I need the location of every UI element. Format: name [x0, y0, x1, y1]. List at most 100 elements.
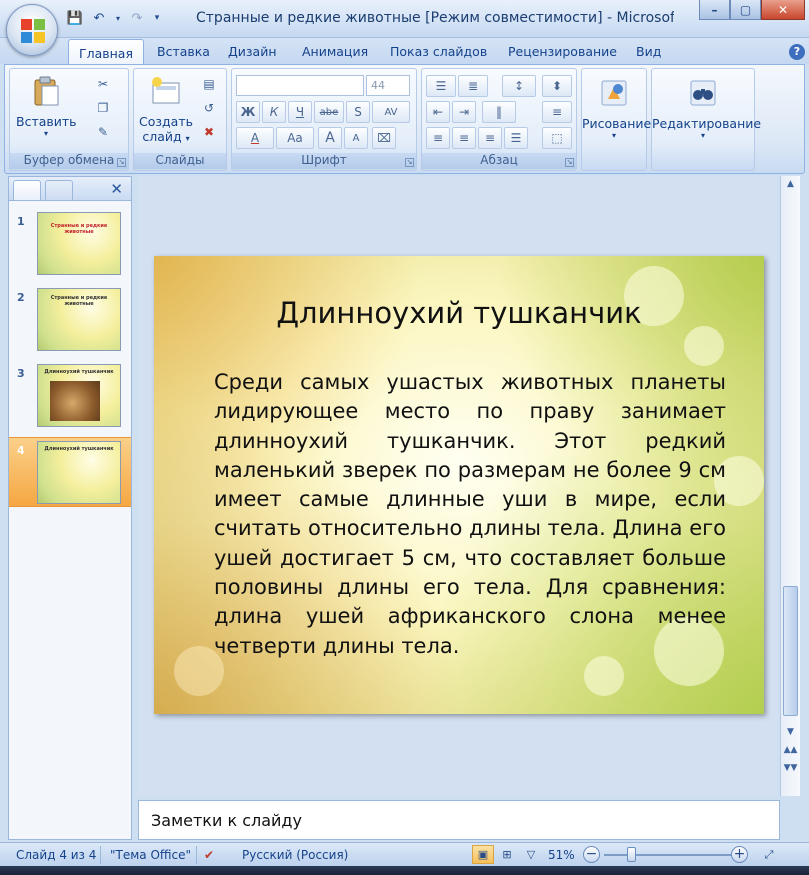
grow-font-button[interactable]: A: [318, 127, 342, 149]
paragraph-launcher-icon[interactable]: ↘: [565, 158, 574, 167]
bold-button[interactable]: Ж: [236, 101, 260, 123]
scroll-up-icon[interactable]: ▲: [782, 176, 799, 192]
character-spacing-button[interactable]: AV: [372, 101, 410, 123]
tab-slideshow[interactable]: Показ слайдов: [390, 44, 487, 59]
shrink-font-button[interactable]: A: [344, 127, 368, 149]
italic-button[interactable]: К: [262, 101, 286, 123]
text-direction-icon[interactable]: ⬍: [542, 75, 572, 97]
slide-thumb-1[interactable]: 1 Странные и редкие животные: [9, 209, 131, 279]
clipboard-group: Вставить ▾ ✂ ❐ ✎ Буфер обмена ↘: [9, 68, 129, 171]
slides-group-label: Слайды: [134, 153, 226, 169]
slide-title[interactable]: Длинноухий тушканчик: [154, 296, 764, 330]
tab-design[interactable]: Дизайн: [228, 44, 277, 59]
restore-button[interactable]: ▢: [730, 0, 761, 20]
quick-access-toolbar: 💾 ↶ ▾ ↷ ▾: [66, 9, 162, 27]
slide-thumbnail: Длинноухий тушканчик: [37, 364, 121, 427]
slides-tab-icon[interactable]: [13, 180, 41, 200]
tab-view[interactable]: Вид: [636, 44, 661, 59]
align-right-icon[interactable]: ≡: [478, 127, 502, 149]
vertical-scrollbar[interactable]: ▲ ▼ ▲▲ ▼▼: [780, 176, 800, 796]
align-text-icon[interactable]: ≡: [542, 101, 572, 123]
slide-thumb-2[interactable]: 2 Странные и редкие животные: [9, 285, 131, 355]
zoom-slider-track[interactable]: [604, 854, 734, 856]
line-spacing-icon[interactable]: ↕: [502, 75, 536, 97]
slide-thumbnail: Длинноухий тушканчик: [37, 441, 121, 504]
ribbon-tabs: Главная Вставка Дизайн Анимация Показ сл…: [0, 38, 809, 65]
new-slide-button[interactable]: Создать слайд ▾: [136, 75, 196, 144]
font-group-label: Шрифт: [232, 153, 416, 169]
notes-pane[interactable]: Заметки к слайду: [138, 800, 780, 840]
previous-slide-icon[interactable]: ▲▲: [782, 742, 799, 758]
font-launcher-icon[interactable]: ↘: [405, 158, 414, 167]
change-case-button[interactable]: Aa: [276, 127, 314, 149]
font-name-select[interactable]: [236, 75, 364, 96]
binoculars-icon: [690, 80, 716, 106]
help-icon[interactable]: ?: [789, 44, 805, 60]
columns-icon[interactable]: ‖: [482, 101, 516, 123]
current-slide[interactable]: Длинноухий тушканчик Среди самых ушастых…: [154, 256, 764, 714]
zoom-level[interactable]: 51%: [548, 848, 575, 862]
align-center-icon[interactable]: ≡: [452, 127, 476, 149]
font-color-button[interactable]: A: [236, 127, 274, 149]
decrease-indent-icon[interactable]: ⇤: [426, 101, 450, 123]
tab-home[interactable]: Главная: [68, 39, 144, 65]
taskbar: [0, 866, 809, 875]
slide-thumb-3[interactable]: 3 Длинноухий тушканчик: [9, 361, 131, 431]
slides-pane: ✕ 1 Странные и редкие животные 2 Странны…: [8, 176, 132, 840]
numbering-icon[interactable]: ≣: [458, 75, 488, 97]
slide-sorter-icon[interactable]: ⊞: [496, 845, 518, 864]
clipboard-launcher-icon[interactable]: ↘: [117, 158, 126, 167]
font-size-select[interactable]: 44: [366, 75, 410, 96]
drawing-group: Рисование ▾: [581, 68, 651, 171]
paste-icon: [34, 76, 59, 106]
paste-button[interactable]: Вставить ▾: [16, 75, 77, 138]
editing-button[interactable]: Редактирование ▾: [652, 77, 761, 140]
close-button[interactable]: ✕: [761, 0, 805, 20]
close-pane-icon[interactable]: ✕: [110, 180, 123, 198]
shapes-icon: [601, 80, 627, 106]
spelling-icon[interactable]: ✔: [204, 848, 214, 862]
layout-icon[interactable]: ▤: [200, 77, 218, 93]
language-indicator[interactable]: Русский (Россия): [242, 848, 348, 862]
drawing-button[interactable]: Рисование ▾: [582, 77, 651, 140]
bullets-icon[interactable]: ☰: [426, 75, 456, 97]
copy-icon[interactable]: ❐: [94, 101, 112, 117]
minimize-button[interactable]: –: [699, 0, 730, 20]
shadow-button[interactable]: S: [346, 101, 370, 123]
customize-qat-icon[interactable]: ▾: [152, 9, 162, 27]
undo-dropdown-icon[interactable]: ▾: [114, 9, 122, 27]
scrollbar-thumb[interactable]: [783, 586, 798, 716]
editing-group: Редактирование ▾: [651, 68, 761, 171]
strikethrough-button[interactable]: abe: [314, 101, 344, 123]
save-icon[interactable]: 💾: [66, 9, 84, 27]
redo-icon[interactable]: ↷: [128, 9, 146, 27]
outline-tab-icon[interactable]: [45, 180, 73, 200]
format-painter-icon[interactable]: ✎: [94, 125, 112, 141]
zoom-in-icon[interactable]: +: [731, 846, 748, 863]
next-slide-icon[interactable]: ▼▼: [782, 760, 799, 776]
delete-slide-icon[interactable]: ✖: [200, 125, 218, 141]
reset-slide-icon[interactable]: ↺: [200, 101, 218, 117]
justify-icon[interactable]: ☰: [504, 127, 528, 149]
clear-formatting-icon[interactable]: ⌧: [372, 127, 396, 149]
office-button[interactable]: [6, 4, 58, 56]
ribbon: Вставить ▾ ✂ ❐ ✎ Буфер обмена ↘ Создать …: [4, 64, 805, 174]
slide-thumb-4[interactable]: 4 Длинноухий тушканчик: [9, 437, 131, 507]
tab-animation[interactable]: Анимация: [302, 44, 368, 59]
slideshow-view-icon[interactable]: ▽: [520, 845, 542, 864]
zoom-out-icon[interactable]: −: [583, 846, 600, 863]
smartart-icon[interactable]: ⬚: [542, 127, 572, 149]
fit-to-window-icon[interactable]: ⤢: [758, 845, 780, 864]
align-left-icon[interactable]: ≡: [426, 127, 450, 149]
tab-insert[interactable]: Вставка: [157, 44, 210, 59]
status-bar: Слайд 4 из 4 "Тема Office" ✔ Русский (Ро…: [0, 842, 809, 866]
increase-indent-icon[interactable]: ⇥: [452, 101, 476, 123]
slide-body-text[interactable]: Среди самых ушастых животных планеты лид…: [214, 368, 726, 661]
undo-icon[interactable]: ↶: [90, 9, 108, 27]
zoom-slider-knob[interactable]: [627, 847, 636, 862]
normal-view-icon[interactable]: ▣: [472, 845, 494, 864]
scroll-down-icon[interactable]: ▼: [782, 724, 799, 740]
tab-review[interactable]: Рецензирование: [508, 44, 617, 59]
cut-icon[interactable]: ✂: [94, 77, 112, 93]
underline-button[interactable]: Ч: [288, 101, 312, 123]
